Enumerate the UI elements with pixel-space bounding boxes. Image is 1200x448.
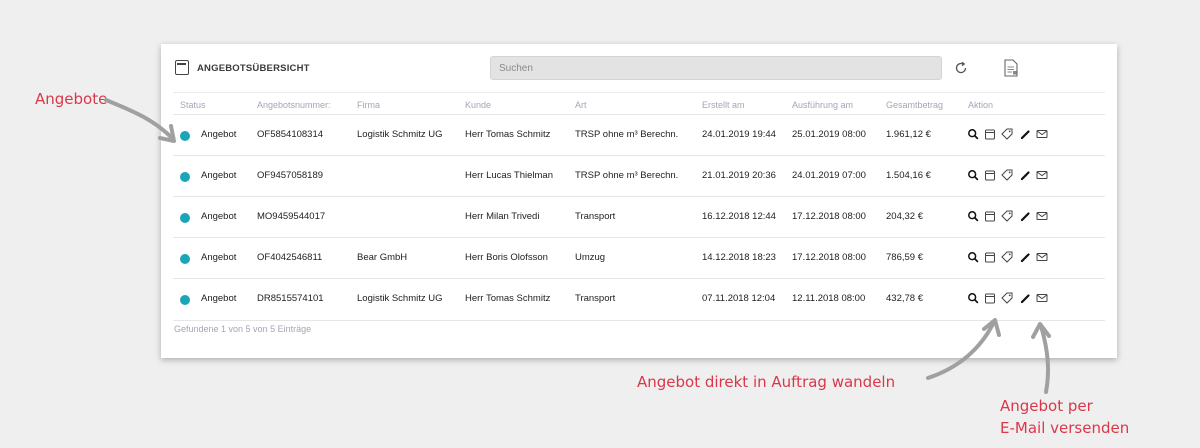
cell-execution: 25.01.2019 08:00 bbox=[792, 129, 866, 140]
cell-execution: 17.12.2018 08:00 bbox=[792, 211, 866, 222]
clipboard-icon bbox=[175, 60, 189, 75]
table-row[interactable]: Angebot MO9459544017 Herr Milan Trivedi Tra… bbox=[173, 196, 1105, 237]
cell-execution: 12.11.2018 08:00 bbox=[792, 293, 866, 304]
header-status: Status bbox=[180, 100, 206, 110]
cell-type: Transport bbox=[575, 211, 616, 222]
table-row[interactable]: Angebot OF5854108314 Logistik Schmitz UG He… bbox=[173, 114, 1105, 155]
header-number: Angebotsnummer: bbox=[257, 100, 331, 110]
cell-number: MO9459544017 bbox=[257, 211, 326, 222]
cell-number: DR8515574101 bbox=[257, 293, 324, 304]
cell-customer: Herr Milan Trivedi bbox=[465, 211, 540, 222]
archive-icon[interactable] bbox=[984, 209, 996, 223]
search-icon[interactable] bbox=[967, 127, 979, 141]
offers-panel: ANGEBOTSÜBERSICHT Status Angebotsnummer:… bbox=[161, 44, 1117, 358]
cell-customer: Herr Tomas Schmitz bbox=[465, 293, 551, 304]
cell-total: 432,78 € bbox=[886, 293, 923, 304]
table-row[interactable]: Angebot OF9457058189 Herr Lucas Thielman TR… bbox=[173, 155, 1105, 196]
tag-convert-icon[interactable] bbox=[1001, 291, 1013, 305]
search-icon[interactable] bbox=[967, 168, 979, 182]
cell-status: Angebot bbox=[201, 293, 237, 304]
cell-number: OF9457058189 bbox=[257, 170, 324, 181]
status-dot bbox=[180, 295, 190, 305]
archive-icon[interactable] bbox=[984, 127, 996, 141]
cell-total: 204,32 € bbox=[886, 211, 923, 222]
tag-convert-icon[interactable] bbox=[1001, 127, 1013, 141]
cell-type: Umzug bbox=[575, 252, 606, 263]
archive-icon[interactable] bbox=[984, 291, 996, 305]
panel-title: ANGEBOTSÜBERSICHT bbox=[197, 63, 310, 74]
cell-total: 786,59 € bbox=[886, 252, 923, 263]
annotation-email-line2: E-Mail versenden bbox=[1000, 419, 1130, 437]
edit-pencil-icon[interactable] bbox=[1019, 209, 1031, 223]
edit-pencil-icon[interactable] bbox=[1019, 168, 1031, 182]
header-execution: Ausführung am bbox=[792, 100, 854, 110]
status-dot bbox=[180, 213, 190, 223]
cell-status: Angebot bbox=[201, 129, 237, 140]
edit-pencil-icon[interactable] bbox=[1019, 291, 1031, 305]
header-customer: Kunde bbox=[465, 100, 492, 110]
cell-customer: Herr Lucas Thielman bbox=[465, 170, 554, 181]
table-row[interactable]: Angebot DR8515574101 Logistik Schmitz UG He… bbox=[173, 278, 1105, 319]
header-action: Aktion bbox=[968, 100, 994, 110]
cell-execution: 24.01.2019 07:00 bbox=[792, 170, 866, 181]
cell-company: Logistik Schmitz UG bbox=[357, 129, 443, 140]
header-type: Art bbox=[575, 100, 587, 110]
cell-created: 14.12.2018 18:23 bbox=[702, 252, 776, 263]
cell-type: TRSP ohne m³ Berechn. bbox=[575, 129, 679, 140]
annotation-convert: Angebot direkt in Auftrag wandeln bbox=[637, 373, 896, 391]
mail-icon[interactable] bbox=[1036, 250, 1048, 264]
tag-convert-icon[interactable] bbox=[1001, 209, 1013, 223]
edit-pencil-icon[interactable] bbox=[1019, 250, 1031, 264]
status-dot bbox=[180, 172, 190, 182]
cell-number: OF4042546811 bbox=[257, 252, 323, 263]
cell-company: Logistik Schmitz UG bbox=[357, 293, 443, 304]
edit-pencil-icon[interactable] bbox=[1019, 127, 1031, 141]
search-icon[interactable] bbox=[967, 209, 979, 223]
status-dot bbox=[180, 131, 190, 141]
cell-created: 16.12.2018 12:44 bbox=[702, 211, 776, 222]
search-icon[interactable] bbox=[967, 250, 979, 264]
header-company: Firma bbox=[357, 100, 380, 110]
refresh-icon[interactable] bbox=[953, 60, 969, 76]
cell-status: Angebot bbox=[201, 211, 237, 222]
cell-status: Angebot bbox=[201, 252, 237, 263]
cell-company: Bear GmbH bbox=[357, 252, 408, 263]
mail-icon[interactable] bbox=[1036, 209, 1048, 223]
table-bottom-divider bbox=[173, 320, 1105, 321]
cell-created: 07.11.2018 12:04 bbox=[702, 293, 776, 304]
mail-icon[interactable] bbox=[1036, 168, 1048, 182]
tag-convert-icon[interactable] bbox=[1001, 250, 1013, 264]
cell-customer: Herr Boris Olofsson bbox=[465, 252, 548, 263]
search-input[interactable] bbox=[490, 56, 942, 80]
archive-icon[interactable] bbox=[984, 250, 996, 264]
search-icon[interactable] bbox=[967, 291, 979, 305]
cell-created: 21.01.2019 20:36 bbox=[702, 170, 776, 181]
archive-icon[interactable] bbox=[984, 168, 996, 182]
cell-created: 24.01.2019 19:44 bbox=[702, 129, 776, 140]
table-header: Status Angebotsnummer: Firma Kunde Art E… bbox=[173, 92, 1105, 114]
cell-customer: Herr Tomas Schmitz bbox=[465, 129, 551, 140]
report-document-icon[interactable] bbox=[1003, 59, 1019, 77]
table-row[interactable]: Angebot OF4042546811 Bear GmbH Herr Boris O… bbox=[173, 237, 1105, 278]
cell-total: 1.504,16 € bbox=[886, 170, 931, 181]
cell-number: OF5854108314 bbox=[257, 129, 324, 140]
cell-total: 1.961,12 € bbox=[886, 129, 931, 140]
cell-status: Angebot bbox=[201, 170, 237, 181]
header-total: Gesamtbetrag bbox=[886, 100, 944, 110]
table-footer-count: Gefundene 1 von 5 von 5 Einträge bbox=[174, 324, 312, 334]
status-dot bbox=[180, 254, 190, 264]
cell-execution: 17.12.2018 08:00 bbox=[792, 252, 866, 263]
cell-type: Transport bbox=[575, 293, 616, 304]
annotation-email-line1: Angebot per bbox=[1000, 397, 1093, 415]
header-created: Erstellt am bbox=[702, 100, 745, 110]
mail-icon[interactable] bbox=[1036, 127, 1048, 141]
annotation-angebote: Angebote bbox=[35, 90, 108, 108]
panel-header: ANGEBOTSÜBERSICHT bbox=[161, 44, 1117, 92]
tag-convert-icon[interactable] bbox=[1001, 168, 1013, 182]
mail-icon[interactable] bbox=[1036, 291, 1048, 305]
cell-type: TRSP ohne m³ Berechn. bbox=[575, 170, 679, 181]
